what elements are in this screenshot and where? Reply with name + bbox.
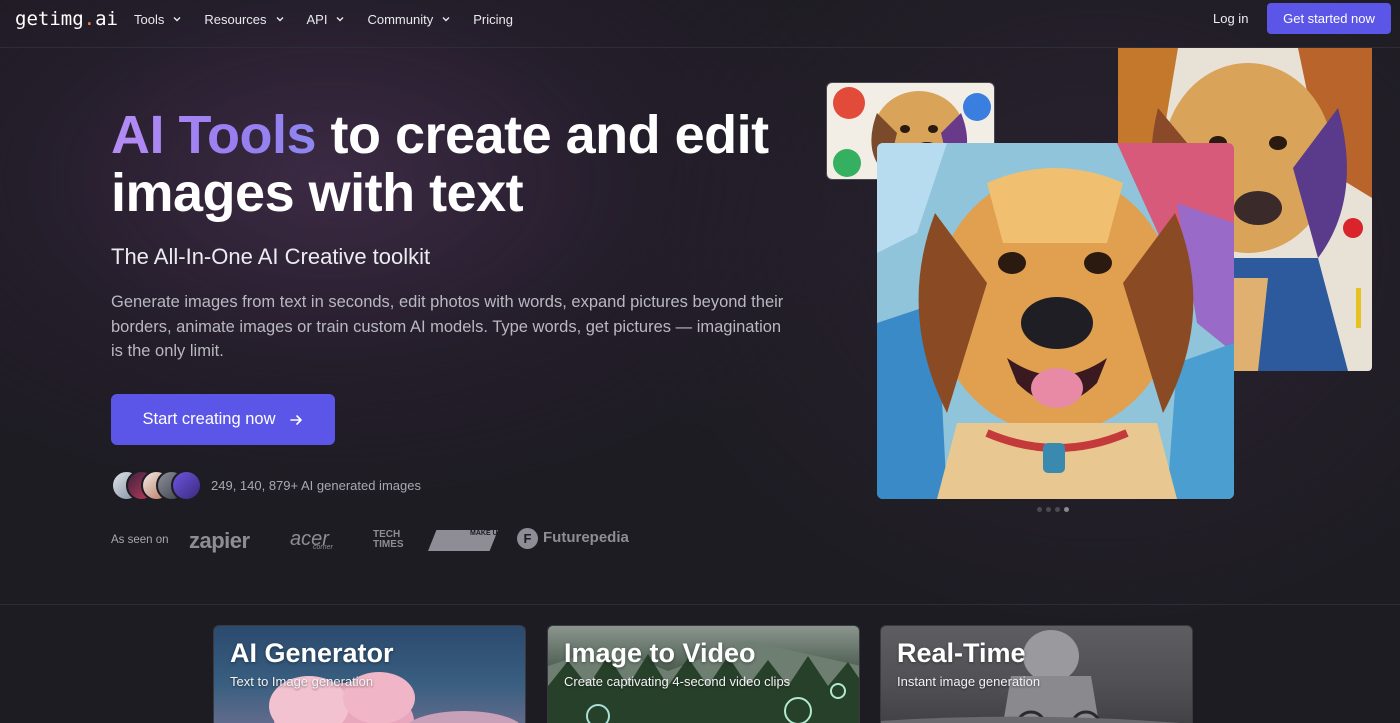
acer-corner-label: corner xyxy=(313,544,333,551)
chevron-down-icon xyxy=(336,17,344,22)
hero-subhead: The All-In-One AI Creative toolkit xyxy=(111,244,431,269)
zapier-logo: zapier xyxy=(189,528,250,553)
avatar xyxy=(171,470,202,501)
ai-generator-card[interactable]: AI Generator Text to Image generation xyxy=(213,625,526,723)
futurepedia-icon: F xyxy=(517,528,538,549)
chevron-down-icon xyxy=(173,17,181,22)
chevron-down-icon xyxy=(442,17,450,22)
futurepedia-logo: Futurepedia xyxy=(543,529,629,546)
headline-accent: AI Tools xyxy=(111,105,317,165)
top-navigation: getimg.ai Tools Resources API Community … xyxy=(0,0,1400,48)
dog-painting-main xyxy=(877,143,1234,499)
nav-item-api[interactable]: API xyxy=(307,12,347,27)
card-subtitle: Create captivating 4-second video clips xyxy=(564,674,791,689)
hero-description: Generate images from text in seconds, ed… xyxy=(111,293,784,360)
nav-item-tools[interactable]: Tools xyxy=(134,12,183,27)
user-avatars xyxy=(111,470,211,502)
main-menu: Tools Resources API Community Pricing xyxy=(134,0,534,38)
card-title: AI Generator xyxy=(230,638,394,668)
start-creating-button[interactable]: Start creating now xyxy=(111,394,335,445)
carousel-dot-active[interactable] xyxy=(1064,507,1069,512)
hero-headline: AI Tools to create and edit images with … xyxy=(111,106,791,222)
real-time-card[interactable]: Real-Time Instant image generation xyxy=(880,625,1193,723)
tech-times-logo: TECH TIMES xyxy=(373,529,404,550)
card-subtitle: Text to Image generation xyxy=(230,674,374,689)
get-started-button[interactable]: Get started now xyxy=(1267,3,1391,34)
carousel-dot[interactable] xyxy=(1055,507,1060,512)
card-title: Real-Time xyxy=(897,638,1026,668)
carousel-dots xyxy=(1037,507,1069,512)
card-title: Image to Video xyxy=(564,638,756,668)
login-link[interactable]: Log in xyxy=(1213,11,1248,26)
start-creating-label: Start creating now xyxy=(142,410,276,428)
nav-item-pricing[interactable]: Pricing xyxy=(473,12,513,27)
carousel-dot[interactable] xyxy=(1046,507,1051,512)
logo[interactable]: getimg.ai xyxy=(15,8,118,30)
as-seen-on-label: As seen on xyxy=(111,534,169,546)
generated-images-count: 249, 140, 879+ AI generated images xyxy=(211,478,421,493)
nav-item-community[interactable]: Community xyxy=(367,12,452,27)
image-to-video-card[interactable]: Image to Video Create captivating 4-seco… xyxy=(547,625,860,723)
carousel-dot[interactable] xyxy=(1037,507,1042,512)
section-divider xyxy=(0,604,1400,605)
card-subtitle: Instant image generation xyxy=(897,674,1041,689)
chevron-down-icon xyxy=(276,17,283,22)
nav-item-resources[interactable]: Resources xyxy=(204,12,285,27)
makeuseof-text: MAKE USE OF. xyxy=(470,530,520,537)
arrow-right-icon xyxy=(290,414,303,425)
